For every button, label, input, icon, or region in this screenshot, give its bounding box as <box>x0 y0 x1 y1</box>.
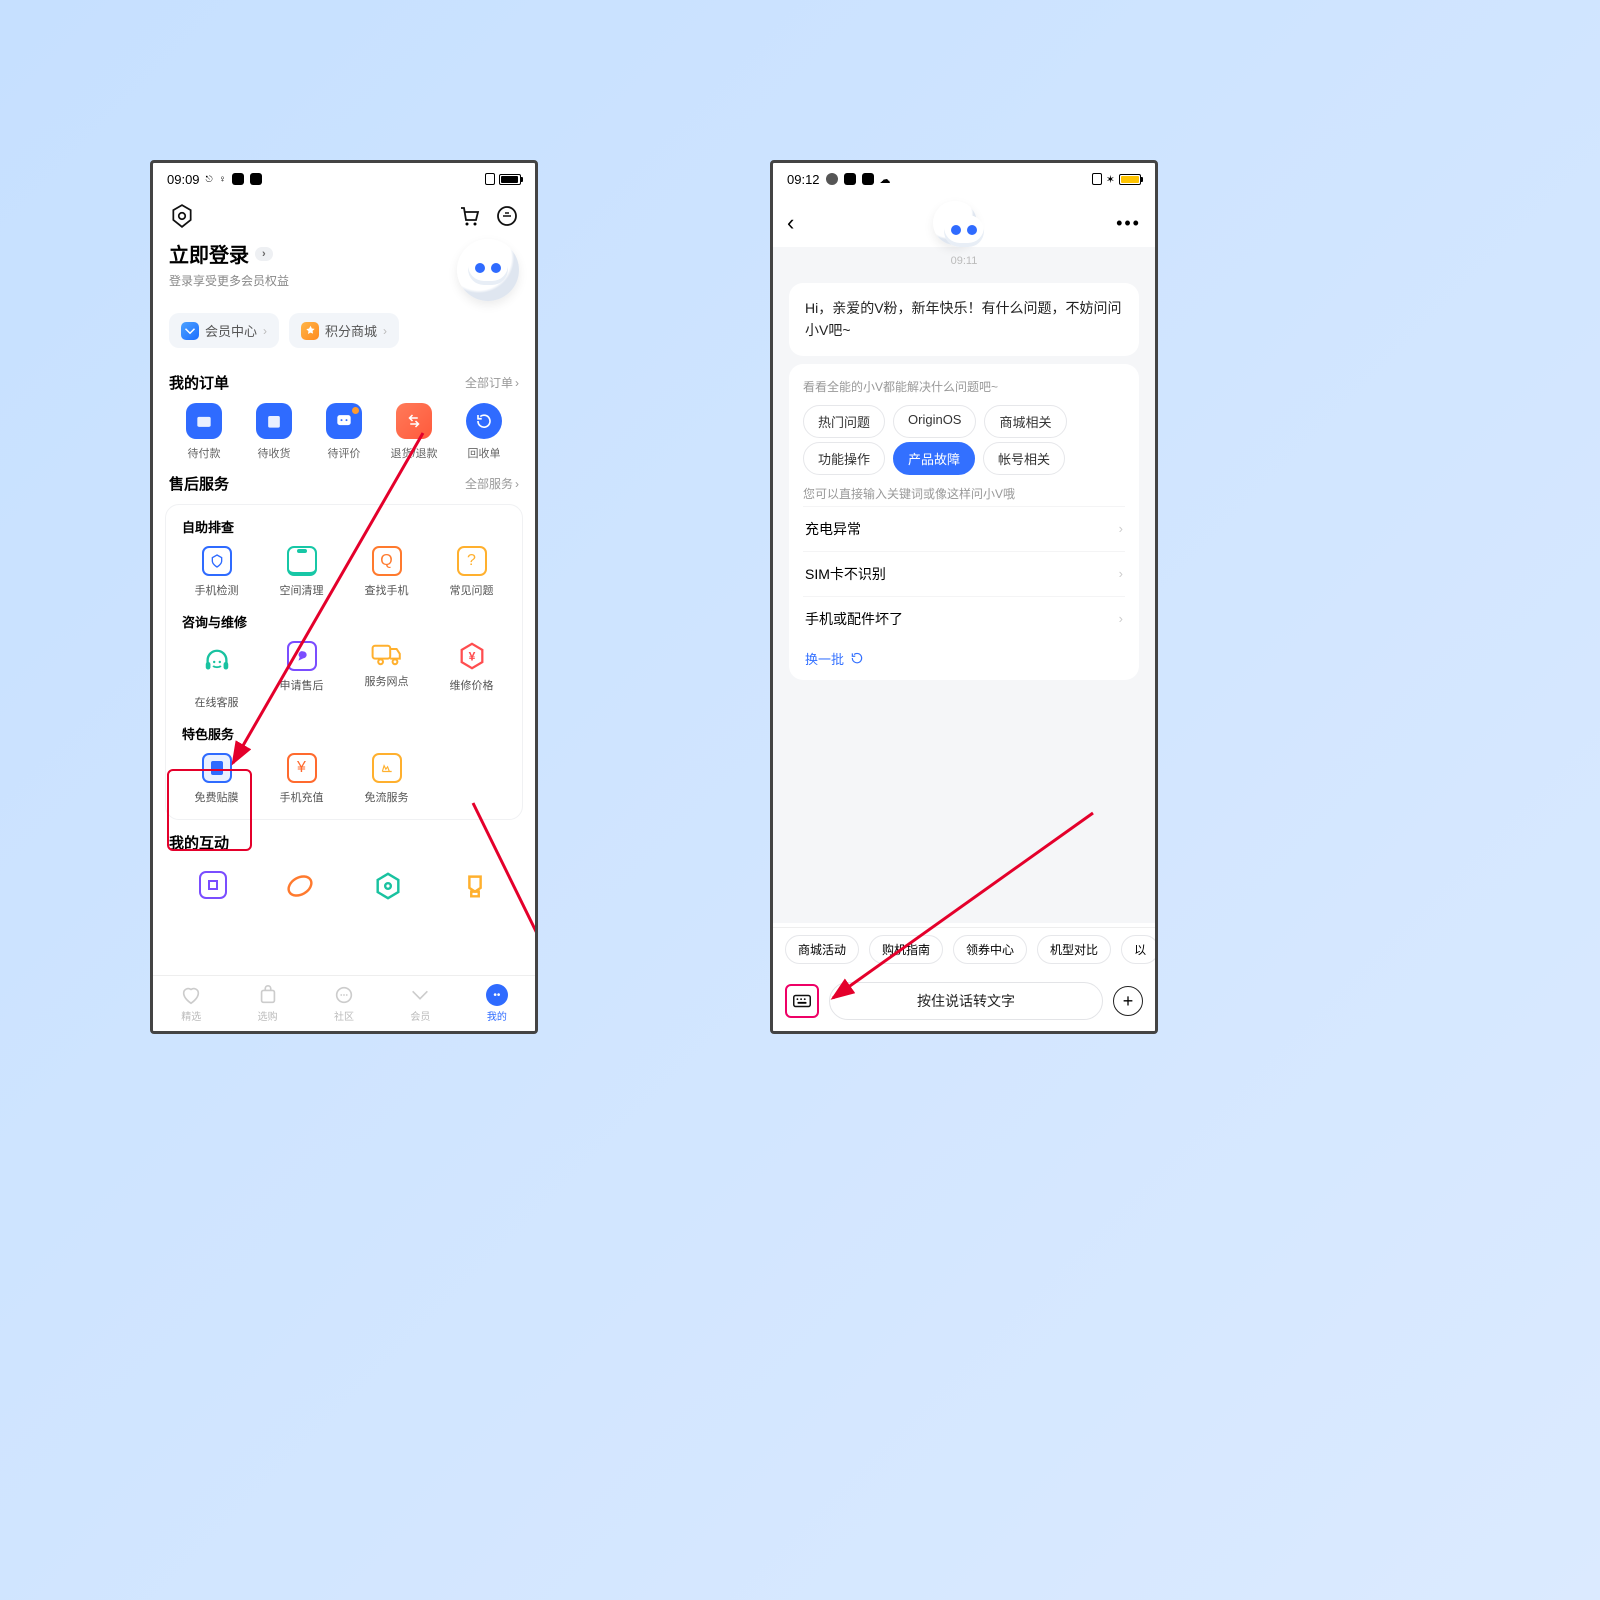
status-time: 09:12 <box>787 172 820 187</box>
chip-vip-center[interactable]: 会员中心› <box>169 313 279 348</box>
svc-find-phone[interactable]: Q查找手机 <box>344 546 429 598</box>
svc-recharge[interactable]: ¥手机充值 <box>259 753 344 805</box>
svc-apply-aftersale[interactable]: 申请售后 <box>259 641 344 710</box>
interact-icon-4[interactable] <box>460 871 490 901</box>
price-hex-icon: ¥ <box>457 641 487 671</box>
interact-icon-3[interactable] <box>373 871 403 901</box>
order-pending-receive[interactable]: 待收货 <box>239 403 309 461</box>
qchip-guide[interactable]: 购机指南 <box>869 935 943 964</box>
more-icon[interactable]: ••• <box>1116 213 1141 234</box>
robot-avatar <box>457 239 519 301</box>
interact-icon-2[interactable] <box>285 871 315 901</box>
svg-text:¥: ¥ <box>468 650 475 664</box>
svc-free-data[interactable]: 免流服务 <box>344 753 429 805</box>
orders-section: 我的订单 全部订单 › 待付款 待收货 待评价 退货/退款 回收单 <box>153 362 535 463</box>
qchip-coupon[interactable]: 领券中心 <box>953 935 1027 964</box>
login-block[interactable]: 立即登录› 登录享受更多会员权益 <box>153 235 535 305</box>
status-time: 09:09 <box>167 172 200 187</box>
aftersale-more[interactable]: 全部服务 › <box>465 475 519 492</box>
login-title: 立即登录 <box>169 239 249 268</box>
message-icon[interactable] <box>495 204 519 228</box>
aftersale-title: 售后服务 <box>169 473 229 494</box>
orders-title: 我的订单 <box>169 372 229 393</box>
keyboard-toggle[interactable] <box>785 984 819 1018</box>
pill-account[interactable]: 帐号相关 <box>983 442 1065 475</box>
chat-input-bar: 按住说话转文字 + <box>773 971 1155 1031</box>
plus-button[interactable]: + <box>1113 986 1143 1016</box>
screenshot-chat: 09:12 ☁ ✶ ‹ ••• 09:11 Hi，亲爱的V粉，新年快乐！有什么问… <box>770 160 1158 1034</box>
tab-shop[interactable]: 选购 <box>229 976 305 1031</box>
suggestion-card: 看看全能的小V都能解决什么问题吧~ 热门问题 OriginOS 商城相关 功能操… <box>789 364 1139 680</box>
svc-faq[interactable]: ?常见问题 <box>429 546 514 598</box>
chat-header: ‹ ••• <box>773 195 1155 247</box>
pill-feature[interactable]: 功能操作 <box>803 442 885 475</box>
tab-member[interactable]: 会员 <box>382 976 458 1031</box>
cart-icon[interactable] <box>457 204 481 228</box>
qchip-more[interactable]: 以 <box>1121 935 1155 964</box>
tab-featured[interactable]: 精选 <box>153 976 229 1031</box>
question-charge[interactable]: 充电异常› <box>803 506 1125 551</box>
question-broken[interactable]: 手机或配件坏了› <box>803 596 1125 641</box>
hold-to-talk[interactable]: 按住说话转文字 <box>829 982 1103 1020</box>
settings-icon[interactable] <box>169 203 195 229</box>
pill-hot[interactable]: 热门问题 <box>803 405 885 438</box>
tab-community[interactable]: 社区 <box>306 976 382 1031</box>
interact-title: 我的互动 <box>169 832 229 853</box>
svc-free-film[interactable]: 免费贴膜 <box>174 753 259 805</box>
pill-product-fault[interactable]: 产品故障 <box>893 442 975 475</box>
chip-points-mall[interactable]: 积分商城› <box>289 313 399 348</box>
refresh-button[interactable]: 换一批 <box>803 641 1125 670</box>
order-pending-review[interactable]: 待评价 <box>309 403 379 461</box>
svc-clean[interactable]: 空间清理 <box>259 546 344 598</box>
bottom-tabbar: 精选 选购 社区 会员 ••我的 <box>153 975 535 1031</box>
refresh-icon <box>850 651 864 665</box>
greeting-bubble: Hi，亲爱的V粉，新年快乐！有什么问题，不妨问问小V吧~ <box>789 283 1139 356</box>
question-sim[interactable]: SIM卡不识别› <box>803 551 1125 596</box>
interact-row <box>153 865 535 901</box>
chat-timestamp: 09:11 <box>773 247 1155 275</box>
bot-avatar <box>933 201 977 245</box>
interact-icon-1[interactable] <box>199 871 227 899</box>
tab-mine[interactable]: ••我的 <box>459 976 535 1031</box>
svc-online-service[interactable]: 在线客服 <box>174 641 259 710</box>
orders-more[interactable]: 全部订单 › <box>465 374 519 391</box>
svc-service-point[interactable]: 服务网点 <box>344 641 429 710</box>
profile-header <box>153 195 535 235</box>
svc-phone-check[interactable]: 手机检测 <box>174 546 259 598</box>
service-card: 自助排查 手机检测 空间清理 Q查找手机 ?常见问题 咨询与维修 在线客服 申请… <box>165 504 523 820</box>
status-bar: 09:12 ☁ ✶ <box>773 163 1155 195</box>
qchip-compare[interactable]: 机型对比 <box>1037 935 1111 964</box>
login-subtitle: 登录享受更多会员权益 <box>169 272 289 289</box>
screenshot-profile: 09:09 ⎋♀ 立即登录› 登录享受更多会员权益 会员中心› 积 <box>150 160 538 1034</box>
order-recycle[interactable]: 回收单 <box>449 403 519 461</box>
quick-chips: 商城活动 购机指南 领券中心 机型对比 以 <box>773 927 1155 971</box>
pill-mall[interactable]: 商城相关 <box>984 405 1066 438</box>
keyboard-icon <box>791 990 813 1012</box>
truck-icon <box>371 641 403 667</box>
headset-icon <box>202 647 232 677</box>
order-refund[interactable]: 退货/退款 <box>379 403 449 461</box>
order-pending-pay[interactable]: 待付款 <box>169 403 239 461</box>
status-bar: 09:09 ⎋♀ <box>153 163 535 195</box>
pill-originos[interactable]: OriginOS <box>893 405 976 438</box>
svc-repair-price[interactable]: ¥维修价格 <box>429 641 514 710</box>
back-icon[interactable]: ‹ <box>787 210 794 236</box>
qchip-activity[interactable]: 商城活动 <box>785 935 859 964</box>
